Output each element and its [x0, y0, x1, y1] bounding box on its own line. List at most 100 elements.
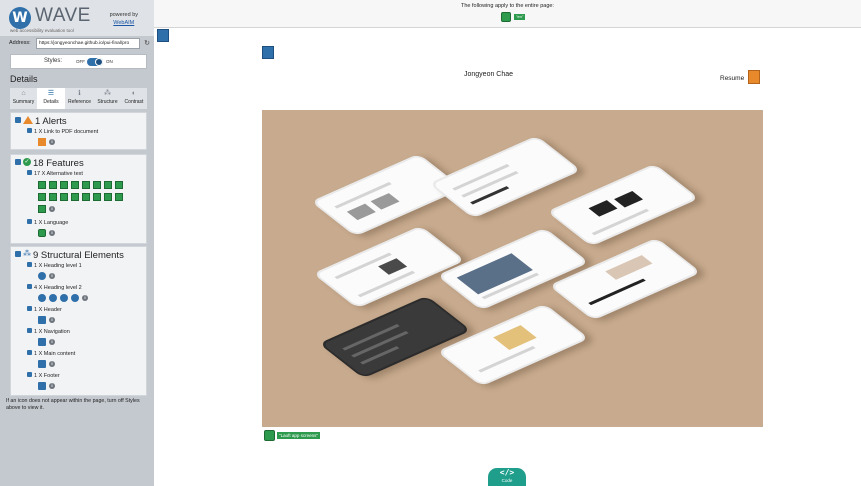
alt-text-icon[interactable]	[71, 181, 79, 189]
item-checkbox[interactable]	[27, 262, 32, 268]
phone-mockup	[436, 303, 590, 387]
info-icon[interactable]: i	[49, 206, 55, 212]
alt-text-icon[interactable]	[49, 181, 57, 189]
tab-summary[interactable]: ⌂ Summary	[10, 88, 37, 109]
code-button[interactable]: </> Code	[488, 468, 526, 486]
alt-text-icon[interactable]	[93, 181, 101, 189]
item-checkbox[interactable]	[27, 219, 32, 225]
language-tag: "en"	[514, 14, 526, 20]
tab-label: Contrast	[124, 99, 144, 105]
alt-text-icon[interactable]	[38, 205, 46, 213]
structure-panel: ⁂ 9 Structural Elements 1 X Heading level…	[10, 246, 147, 396]
alt-icon-row-2	[38, 193, 126, 202]
alt-text-icon[interactable]	[71, 193, 79, 201]
heading-2-icon[interactable]	[60, 294, 68, 302]
structure-checkbox[interactable]	[15, 251, 21, 258]
item-checkbox[interactable]	[27, 328, 32, 334]
item-checkbox[interactable]	[27, 284, 32, 290]
tab-structure[interactable]: ⁂ Structure	[94, 88, 121, 109]
alt-text-icon[interactable]	[82, 181, 90, 189]
hero-image	[262, 110, 763, 427]
item-label: 1 X Language	[34, 220, 69, 226]
item-checkbox[interactable]	[27, 350, 32, 356]
alt-text-icon[interactable]	[104, 181, 112, 189]
tab-contrast[interactable]: ◐ Contrast	[121, 88, 147, 109]
alt-text-icon[interactable]	[115, 193, 123, 201]
heading-2-icon[interactable]	[38, 294, 46, 302]
navigation-region-icon[interactable]	[262, 46, 274, 59]
item-label: 4 X Heading level 2	[34, 285, 82, 291]
tab-reference[interactable]: ℹ Reference	[65, 88, 94, 109]
tab-label: Reference	[67, 99, 92, 105]
contrast-icon: ◐	[131, 90, 137, 97]
alt-text-icon[interactable]	[60, 181, 68, 189]
features-checkbox[interactable]	[15, 159, 21, 166]
webaim-link[interactable]: WebAIM	[110, 19, 138, 27]
structure-item-h1: 1 X Heading level 1	[27, 262, 82, 269]
address-label: Address:	[9, 40, 31, 46]
main-icon-row: i	[38, 360, 55, 369]
alt-text-icon[interactable]	[49, 193, 57, 201]
alt-text-icon[interactable]	[38, 193, 46, 201]
alerts-checkbox[interactable]	[15, 117, 21, 124]
page-preview: The following apply to the entire page: …	[154, 0, 861, 486]
info-icon[interactable]: i	[49, 273, 55, 279]
structure-item-header: 1 X Header	[27, 306, 62, 313]
header-region-icon[interactable]	[38, 316, 46, 324]
item-checkbox[interactable]	[27, 306, 32, 312]
footer-icon-row: i	[38, 382, 55, 391]
phone-mockup	[312, 225, 466, 309]
item-checkbox[interactable]	[27, 372, 32, 378]
info-icon[interactable]: i	[49, 339, 55, 345]
heading-2-icon[interactable]	[49, 294, 57, 302]
info-icon[interactable]: i	[49, 383, 55, 389]
item-checkbox[interactable]	[27, 128, 32, 134]
pdf-alert-icon[interactable]	[38, 138, 46, 146]
info-icon[interactable]: i	[49, 361, 55, 367]
brand-tagline: web accessibility evaluation tool	[10, 28, 74, 33]
styles-label: Styles:	[44, 58, 63, 64]
pdf-alert-icon[interactable]	[748, 70, 760, 84]
site-name[interactable]: Jongyeon Chae	[464, 71, 513, 78]
item-label: 17 X Alternative text	[34, 171, 83, 177]
address-input[interactable]: https://jongyeonchae.github.io/pui-final…	[36, 38, 140, 49]
alerts-panel: 1 Alerts 1 X Link to PDF document i	[10, 112, 147, 150]
heading-2-icon[interactable]	[71, 294, 79, 302]
info-icon[interactable]: i	[49, 317, 55, 323]
language-icon[interactable]	[38, 229, 46, 237]
alt-text-icon[interactable]	[60, 193, 68, 201]
powered-by-label: powered by	[109, 12, 138, 18]
heading-1-icon[interactable]	[38, 272, 46, 280]
alt-text-icon[interactable]	[82, 193, 90, 201]
structure-item-h2: 4 X Heading level 2	[27, 284, 82, 291]
alt-text-icon[interactable]	[38, 181, 46, 189]
tab-details[interactable]: ☰ Details	[37, 88, 65, 109]
header-region-icon[interactable]	[157, 29, 169, 42]
tab-label: Structure	[97, 99, 118, 105]
phone-mockup	[318, 295, 472, 379]
alt-text-icon[interactable]	[115, 181, 123, 189]
h1-icon-row: i	[38, 272, 55, 281]
details-heading: Details	[10, 74, 38, 84]
main-region-icon[interactable]	[38, 360, 46, 368]
alt-text-icon[interactable]	[93, 193, 101, 201]
alt-text-icon[interactable]	[264, 430, 275, 441]
navigation-region-icon[interactable]	[38, 338, 46, 346]
structure-item-main: 1 X Main content	[27, 350, 75, 357]
language-icon[interactable]	[501, 12, 511, 22]
refresh-icon[interactable]: ↻	[142, 38, 152, 49]
item-label: 1 X Link to PDF document	[34, 129, 99, 135]
structure-icon: ⁂	[23, 249, 31, 259]
info-icon[interactable]: i	[82, 295, 88, 301]
styles-on-label: ON	[106, 59, 113, 64]
info-icon[interactable]: i	[49, 230, 55, 236]
resume-link[interactable]: Resume	[720, 75, 744, 82]
list-icon: ☰	[47, 90, 55, 97]
footer-region-icon[interactable]	[38, 382, 46, 390]
alt-text-icon[interactable]	[104, 193, 112, 201]
item-checkbox[interactable]	[27, 170, 32, 176]
styles-toggle[interactable]	[87, 58, 103, 66]
features-title-text: 18 Features	[33, 158, 84, 169]
item-label: 1 X Navigation	[34, 329, 70, 335]
info-icon[interactable]: i	[49, 139, 55, 145]
